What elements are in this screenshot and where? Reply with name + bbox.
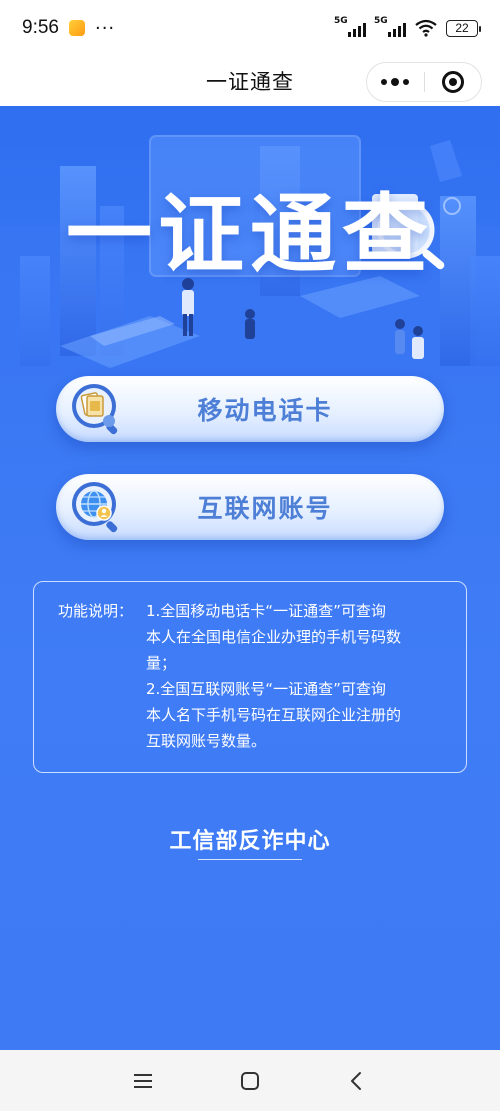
signal-type-label: 5G xyxy=(334,16,348,26)
hero-title: 一证通查 xyxy=(66,185,434,285)
navigation-bar xyxy=(0,1050,500,1111)
status-more-dots: ··· xyxy=(94,17,116,39)
info-line: 2.全国互联网账号“一证通查”可查询 xyxy=(146,680,386,698)
info-line: 互联网账号数量。 xyxy=(146,732,267,750)
title-bar: 一证通查 xyxy=(0,56,500,106)
sim-card-search-icon xyxy=(72,384,118,435)
signal-icon-2: 5G xyxy=(374,16,406,37)
signal-type-label-2: 5G xyxy=(374,16,388,26)
info-body: 1.全国移动电话卡“一证通查”可查询 本人在全国电信企业办理的手机号码数 量； … xyxy=(146,598,401,754)
mini-program-capsule xyxy=(366,62,482,102)
page-title: 一证通查 xyxy=(206,70,294,94)
wifi-icon xyxy=(415,19,437,37)
more-dots-icon[interactable] xyxy=(367,78,424,86)
function-description-box: 功能说明： 1.全国移动电话卡“一证通查”可查询 本人在全国电信企业办理的手机号… xyxy=(33,581,467,773)
menu-icon[interactable] xyxy=(132,1071,154,1091)
internet-account-button[interactable]: 互联网账号 xyxy=(56,474,444,540)
info-row: 功能说明： 1.全国移动电话卡“一证通查”可查询 本人在全国电信企业办理的手机号… xyxy=(58,598,448,754)
info-heading: 功能说明： xyxy=(58,602,134,620)
battery-level: 22 xyxy=(455,21,469,35)
info-line: 本人在全国电信企业办理的手机号码数 xyxy=(146,628,402,646)
notification-app-icon xyxy=(68,20,85,36)
status-indicators: 5G 5G 22 xyxy=(334,16,481,38)
info-line: 1.全国移动电话卡“一证通查”可查询 xyxy=(146,602,386,620)
signal-icon: 5G xyxy=(334,16,366,37)
info-line: 本人名下手机号码在互联网企业注册的 xyxy=(146,706,402,724)
home-icon[interactable] xyxy=(239,1070,261,1092)
status-time: 9:56 xyxy=(22,17,59,38)
globe-search-icon xyxy=(72,482,118,533)
main-area: 一证通查 移动电话卡 互联网账号 功能说明： 1.全国移动电话卡“一证通查”可查… xyxy=(0,106,500,1050)
mini-program-close-icon[interactable] xyxy=(424,71,481,93)
info-line: 量； xyxy=(146,654,177,672)
status-bar: 9:56 ··· 5G 5G 22 xyxy=(0,0,500,56)
footer-underline xyxy=(198,859,302,860)
battery-icon: 22 xyxy=(446,19,481,37)
mobile-card-button[interactable]: 移动电话卡 xyxy=(56,376,444,442)
footer-organization: 工信部反诈中心 xyxy=(169,829,331,854)
back-icon[interactable] xyxy=(346,1070,368,1092)
